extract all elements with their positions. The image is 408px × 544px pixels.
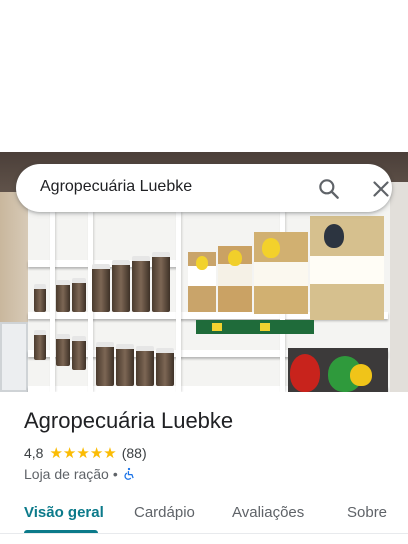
star-icon: ★ xyxy=(76,444,90,462)
star-icon: ★ xyxy=(89,444,104,462)
close-icon[interactable] xyxy=(368,176,394,202)
category-row: Loja de ração • xyxy=(24,465,136,483)
search-bar[interactable]: Agropecuária Luebke xyxy=(16,164,392,212)
search-input[interactable]: Agropecuária Luebke xyxy=(40,178,192,196)
tab-reviews[interactable]: Avaliações xyxy=(232,504,304,521)
tab-menu[interactable]: Cardápio xyxy=(134,504,195,521)
search-icon[interactable] xyxy=(316,176,342,202)
star-icon: ★ xyxy=(62,444,77,462)
separator: • xyxy=(112,466,118,482)
rating-stars: ★ ★ ★ ★ ★ xyxy=(49,446,116,461)
place-category[interactable]: Loja de ração xyxy=(24,466,109,482)
rating-value: 4,8 xyxy=(24,445,44,461)
map-area-blank xyxy=(0,0,408,152)
star-icon: ★ xyxy=(49,444,63,462)
tab-about[interactable]: Sobre xyxy=(347,504,387,521)
rating-summary[interactable]: 4,8 ★ ★ ★ ★ ★ (88) xyxy=(24,444,147,462)
divider xyxy=(0,533,408,534)
place-title: Agropecuária Luebke xyxy=(24,408,234,433)
star-icon: ★ xyxy=(103,444,117,462)
tab-overview[interactable]: Visão geral xyxy=(24,504,104,521)
wheelchair-icon[interactable] xyxy=(122,467,136,481)
place-tabs: Visão geral Cardápio Avaliações Sobre xyxy=(0,496,408,536)
review-count[interactable]: (88) xyxy=(122,445,147,461)
